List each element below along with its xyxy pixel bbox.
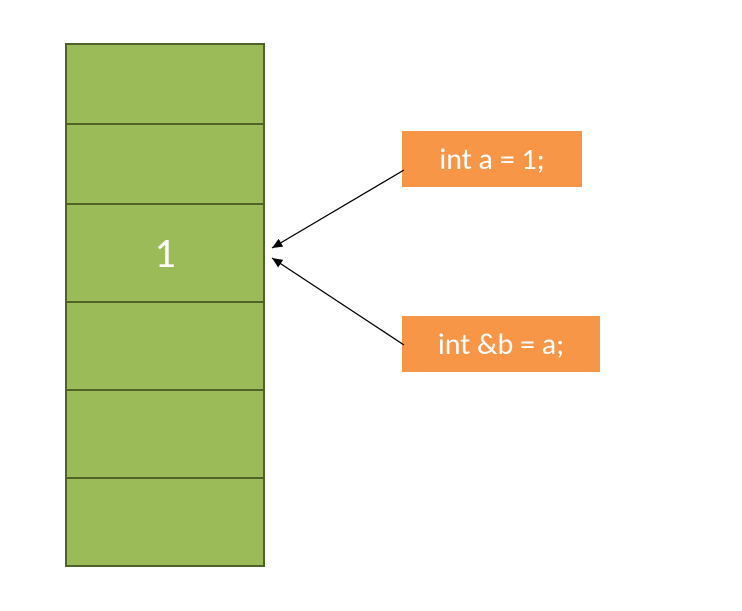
declaration-a-text: int a = 1; xyxy=(439,141,544,178)
memory-cell-2: 1 xyxy=(65,203,265,303)
memory-cell-3 xyxy=(65,301,265,391)
arrow-from-b xyxy=(272,258,404,345)
memory-cell-4 xyxy=(65,389,265,479)
memory-cell-0 xyxy=(65,43,265,125)
memory-cell-5 xyxy=(65,477,265,567)
declaration-a: int a = 1; xyxy=(402,131,582,187)
declaration-b: int &b = a; xyxy=(402,316,600,372)
memory-cell-2-value: 1 xyxy=(154,228,175,279)
memory-cell-1 xyxy=(65,123,265,205)
arrow-from-a xyxy=(272,170,404,248)
declaration-b-text: int &b = a; xyxy=(438,326,564,363)
